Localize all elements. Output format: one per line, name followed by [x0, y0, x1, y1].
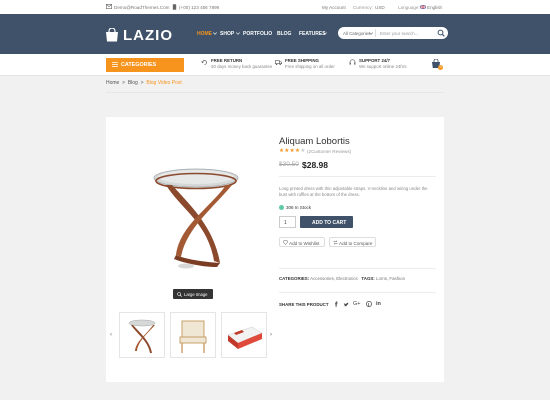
phone-icon	[172, 4, 177, 10]
top-bar: Demo@RoadThemes.Com (+00) 123 456 7899 M…	[0, 0, 550, 14]
main-header: LAZIO HOME SHOP PORTFOLIO BLOG FEATURES …	[0, 14, 550, 54]
bed-thumbnail	[227, 326, 263, 349]
support-icon	[349, 59, 356, 65]
large-image-label: Large Image	[184, 292, 208, 297]
old-price: $30.50	[279, 161, 299, 168]
in-stock-indicator	[279, 205, 284, 210]
tags-meta-label: TAGS:	[361, 276, 375, 281]
menu-icon	[112, 62, 118, 67]
reviews-link[interactable]: (2Customer Reviews)	[307, 149, 351, 154]
product-title: Aliquam Lobortis	[279, 136, 350, 147]
cart-count-badge: 0	[438, 64, 443, 70]
thumbnail-1[interactable]	[119, 312, 165, 358]
product-main-image[interactable]	[150, 163, 240, 275]
nav-portfolio[interactable]: PORTFOLIO	[243, 31, 272, 37]
product-meta: CATEGORIES: Accessories, Electronics TAG…	[279, 276, 405, 281]
zoom-icon	[177, 291, 182, 297]
search-divider	[375, 29, 376, 37]
categories-button[interactable]: CATEGORIES	[106, 58, 184, 72]
breadcrumb-divider	[106, 92, 444, 93]
compare-button[interactable]: Add to Compare	[329, 237, 376, 247]
feature-free-shipping: FREE SHIPPING Free shipping on all order	[285, 58, 335, 69]
armchair-thumbnail	[179, 320, 207, 353]
quantity-value: 1	[284, 220, 287, 226]
feature-title: FREE RETURN	[211, 58, 243, 63]
pinterest-icon[interactable]	[366, 301, 372, 307]
compare-icon	[333, 240, 338, 245]
divider	[279, 292, 436, 293]
feature-subtitle: 30 days money back guarantee	[211, 64, 273, 69]
feature-subtitle: We support online 24hrs	[359, 64, 407, 69]
categories-meta-label: CATEGORIES:	[279, 276, 310, 281]
share-label: SHARE THIS PRODUCT	[279, 302, 329, 307]
breadcrumb-separator: >	[122, 80, 126, 86]
feature-subtitle: Free shipping on all order	[285, 64, 335, 69]
breadcrumb-home[interactable]: Home	[106, 80, 119, 86]
compare-label: Add to Compare	[339, 240, 373, 246]
nav-blog[interactable]: BLOG	[277, 31, 291, 37]
my-account-link[interactable]: My Account	[322, 5, 346, 10]
feature-title: SUPPORT 24/7	[359, 58, 390, 63]
side-table-thumbnail	[128, 319, 156, 353]
search-bar: All Categories Enter your search...	[338, 27, 448, 39]
quantity-input[interactable]: 1	[279, 216, 296, 228]
heart-icon	[283, 240, 288, 246]
envelope-icon	[106, 4, 112, 9]
search-category-select[interactable]: All Categories	[343, 31, 370, 36]
breadcrumb-separator: >	[140, 80, 144, 86]
breadcrumb-current: Blog Video Post	[146, 80, 182, 86]
feature-support: SUPPORT 24/7 We support online 24hrs	[359, 58, 407, 69]
divider	[279, 268, 436, 269]
categories-meta-value[interactable]: Accessories, Electronics	[310, 276, 358, 281]
add-to-cart-button[interactable]: ADD TO CART	[300, 216, 353, 228]
uk-flag-icon	[420, 4, 426, 9]
google-plus-icon[interactable]: G+	[353, 301, 361, 307]
feature-free-return: FREE RETURN 30 days money back guarantee	[211, 58, 272, 69]
currency-select[interactable]: USD	[375, 5, 385, 10]
chevron-down-icon	[369, 31, 373, 35]
chevron-down-icon	[213, 32, 217, 35]
contact-email[interactable]: Demo@RoadThemes.Com	[114, 5, 169, 10]
chevron-down-icon	[323, 32, 327, 35]
breadcrumb: Home > Blog > Blog Video Post	[106, 80, 182, 86]
return-icon	[201, 60, 207, 65]
search-icon[interactable]	[435, 28, 447, 38]
breadcrumb-blog[interactable]: Blog	[128, 80, 138, 86]
logo[interactable]: LAZIO	[123, 27, 173, 44]
thumb-prev-arrow[interactable]: ‹	[110, 332, 112, 338]
current-price: $28.98	[302, 159, 328, 170]
tags-meta-value[interactable]: Lorns, Fashion	[376, 276, 405, 281]
language-select[interactable]: English	[427, 5, 442, 10]
linkedin-icon[interactable]: in	[376, 301, 381, 307]
features-bar: CATEGORIES FREE RETURN 30 days money bac…	[0, 54, 550, 76]
product-description: Long printed dress with thin adjustable …	[279, 186, 428, 197]
large-image-button[interactable]: Large Image	[173, 289, 213, 299]
divider	[279, 176, 436, 177]
thumb-next-arrow[interactable]: ›	[270, 332, 272, 338]
contact-phone: (+00) 123 456 7899	[179, 4, 220, 10]
nav-home[interactable]: HOME	[197, 31, 212, 37]
facebook-icon[interactable]	[334, 301, 339, 307]
language-label: Language:	[398, 4, 420, 10]
star-empty-icon: ★	[300, 148, 306, 154]
thumbnail-2[interactable]	[170, 312, 216, 358]
wishlist-button[interactable]: Add to Wishlist	[279, 237, 325, 247]
cart-button[interactable]: 0	[431, 59, 443, 70]
add-to-cart-label: ADD TO CART	[312, 219, 347, 226]
feature-title: FREE SHIPPING	[285, 58, 319, 63]
nav-features[interactable]: FEATURES	[299, 31, 326, 37]
rating-stars: ★★★★★	[279, 148, 306, 154]
search-input[interactable]: Enter your search...	[380, 31, 418, 36]
nav-shop[interactable]: SHOP	[220, 31, 234, 37]
truck-icon	[275, 60, 282, 66]
categories-label: CATEGORIES	[121, 62, 157, 69]
twitter-icon[interactable]	[343, 301, 349, 307]
stock-status: 306 In Stock	[286, 205, 312, 210]
thumbnail-3[interactable]	[221, 312, 267, 358]
shopping-bag-logo-icon	[106, 28, 118, 42]
wishlist-label: Add to Wishlist	[289, 240, 320, 246]
currency-label: Currency:	[353, 4, 373, 10]
chevron-down-icon	[236, 32, 240, 35]
